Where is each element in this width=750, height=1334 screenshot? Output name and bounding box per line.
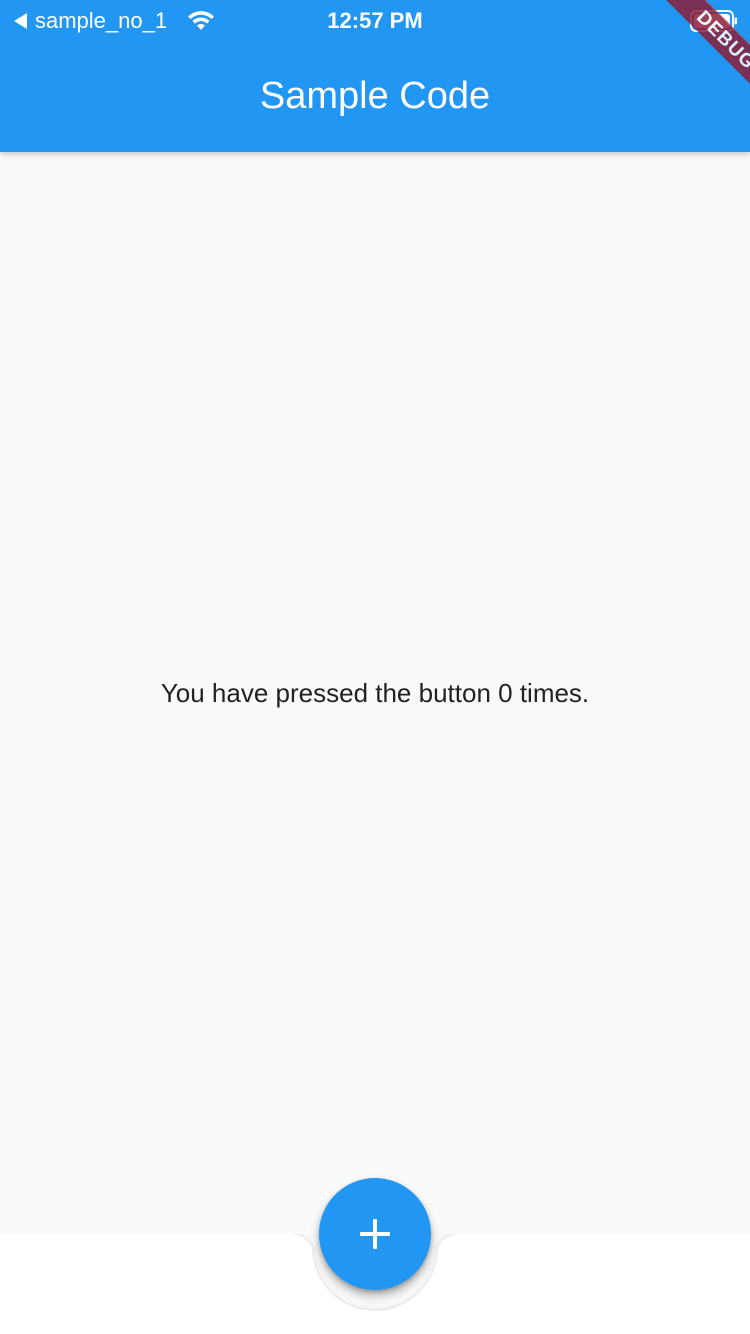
counter-message: You have pressed the button 0 times.	[160, 678, 590, 708]
plus-icon	[360, 1219, 390, 1249]
app-bar: sample_no_1 12:57 PM Sample Code	[0, 0, 750, 152]
status-time: 12:57 PM	[327, 8, 423, 33]
app-screen: sample_no_1 12:57 PM Sample Code DEBUG Y…	[0, 0, 750, 1334]
page-title: Sample Code	[259, 75, 491, 117]
status-bar: sample_no_1 12:57 PM	[0, 0, 750, 40]
add-fab-button[interactable]	[319, 1178, 431, 1290]
